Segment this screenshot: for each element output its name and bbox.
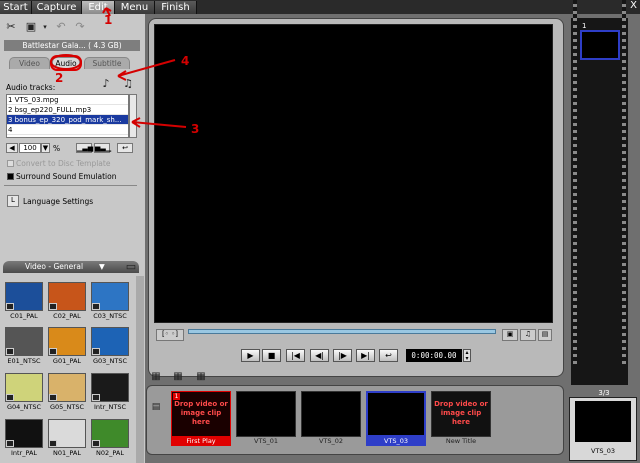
annotation-arrows <box>50 7 187 128</box>
